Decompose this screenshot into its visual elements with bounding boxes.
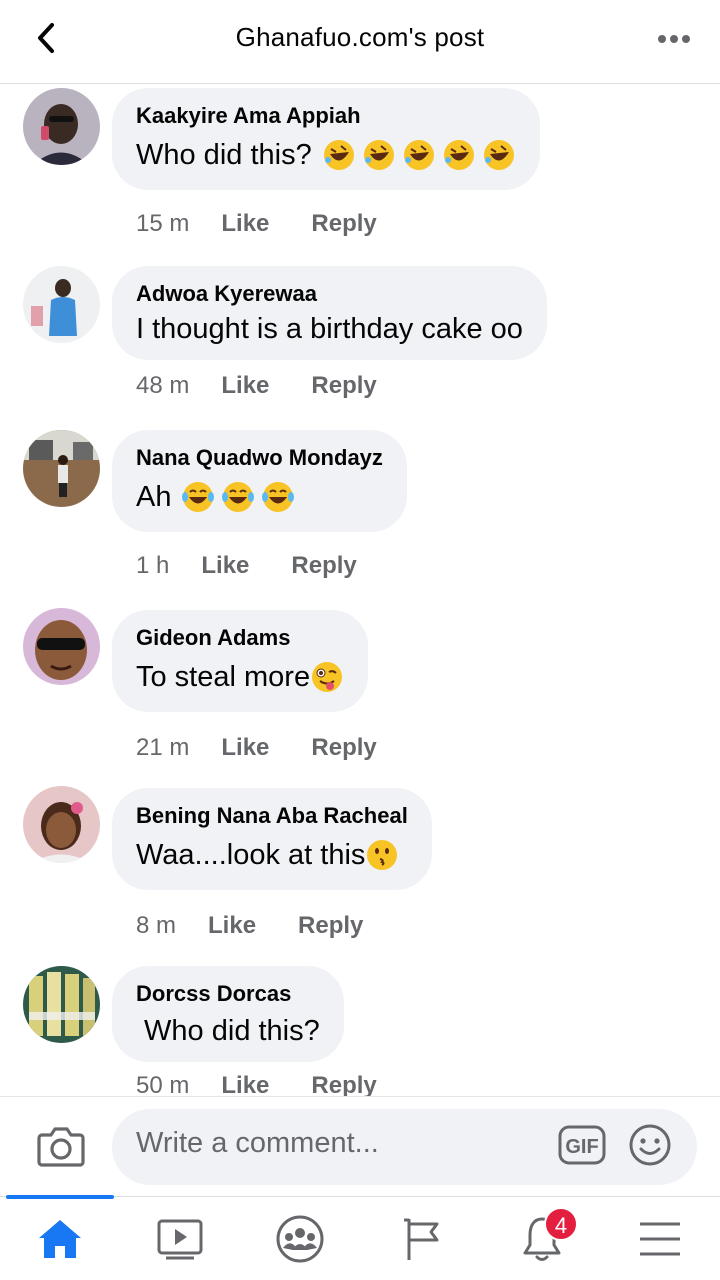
comment-time[interactable]: 21 m [136, 734, 189, 762]
comment-body: To steal more [136, 661, 311, 693]
tears-of-joy-emoji-icon [222, 482, 255, 512]
comment-text: Who did this? [136, 136, 516, 174]
comment-composer: Write a comment... GIF [0, 1096, 720, 1196]
like-button[interactable]: Like [221, 1072, 269, 1096]
comment-body: I thought is a birthday cake oo [136, 313, 523, 345]
like-button[interactable]: Like [221, 210, 269, 238]
comment-author[interactable]: Bening Nana Aba Racheal [136, 802, 408, 830]
comment-input-placeholder[interactable]: Write a comment... [136, 1127, 379, 1160]
rolling-laughing-emoji-icon [443, 140, 474, 170]
comment-author[interactable]: Adwoa Kyerewaa [136, 280, 523, 308]
like-button[interactable]: Like [201, 552, 249, 580]
comment-text: Waa....look at this [136, 836, 408, 874]
comment-actions: 21 m Like Reply [136, 734, 377, 762]
emoji-button[interactable] [628, 1123, 672, 1167]
reply-button[interactable]: Reply [311, 734, 376, 762]
menu-icon [640, 1222, 680, 1256]
home-icon [39, 1220, 81, 1258]
smiley-icon [629, 1124, 671, 1166]
rolling-laughing-emoji-icon [483, 140, 514, 170]
camera-icon [37, 1127, 85, 1167]
groups-icon [276, 1215, 324, 1263]
camera-button[interactable] [36, 1123, 86, 1169]
comment-time[interactable]: 50 m [136, 1072, 189, 1096]
like-button[interactable]: Like [208, 912, 256, 940]
watch-icon [157, 1219, 203, 1260]
comment-body: Who did this? [136, 1015, 320, 1047]
reply-button[interactable]: Reply [311, 372, 376, 400]
rolling-laughing-emoji-icon [403, 140, 434, 170]
comment-bubble[interactable]: Kaakyire Ama Appiah Who did this? [112, 88, 540, 190]
comment-text: Ah [136, 478, 383, 516]
more-button[interactable] [654, 22, 694, 56]
comment-author[interactable]: Dorcss Dorcas [136, 980, 320, 1008]
like-button[interactable]: Like [221, 372, 269, 400]
comment-author[interactable]: Nana Quadwo Mondayz [136, 444, 383, 472]
gif-button[interactable]: GIF [558, 1125, 606, 1165]
avatar[interactable] [23, 786, 100, 863]
comment-bubble[interactable]: Nana Quadwo Mondayz Ah [112, 430, 407, 532]
comment-text: I thought is a birthday cake oo [136, 310, 523, 348]
gif-icon: GIF [558, 1125, 606, 1165]
comment-actions: 48 m Like Reply [136, 372, 377, 400]
top-bar: Ghanafuo.com's post [0, 0, 720, 84]
notifications-badge: 4 [544, 1207, 578, 1241]
kissing-face-emoji-icon [367, 840, 398, 870]
avatar[interactable] [23, 608, 100, 685]
comment-body: Ah [136, 481, 172, 513]
comment-bubble[interactable]: Adwoa Kyerewaa I thought is a birthday c… [112, 266, 547, 360]
rolling-laughing-emoji-icon [323, 140, 354, 170]
page-title: Ghanafuo.com's post [235, 22, 485, 52]
comments-list: Kaakyire Ama Appiah Who did this? 15 m L… [0, 84, 720, 1096]
avatar[interactable] [23, 266, 100, 343]
comment-actions: 50 m Like Reply [136, 1072, 377, 1096]
pages-flag-icon [404, 1218, 439, 1260]
comment-text: Who did this? [136, 1012, 320, 1050]
comment-author[interactable]: Kaakyire Ama Appiah [136, 102, 516, 130]
reply-button[interactable]: Reply [291, 552, 356, 580]
reply-button[interactable]: Reply [311, 210, 376, 238]
tab-pages[interactable] [392, 1211, 452, 1267]
tab-home[interactable] [30, 1211, 90, 1267]
comment-time[interactable]: 15 m [136, 210, 189, 238]
winking-tongue-emoji-icon [312, 662, 343, 692]
comment-time[interactable]: 48 m [136, 372, 189, 400]
comment-author[interactable]: Gideon Adams [136, 624, 344, 652]
bottom-navigation: 4 [0, 1195, 720, 1280]
tab-menu[interactable] [630, 1211, 690, 1267]
comment-bubble[interactable]: Dorcss Dorcas Who did this? [112, 966, 344, 1062]
comment-time[interactable]: 8 m [136, 912, 176, 940]
reply-button[interactable]: Reply [311, 1072, 376, 1096]
more-horizontal-icon [658, 35, 690, 43]
reply-button[interactable]: Reply [298, 912, 363, 940]
comment-actions: 1 h Like Reply [136, 552, 357, 580]
tab-watch[interactable] [150, 1211, 210, 1267]
comment-text: To steal more [136, 658, 344, 696]
active-tab-indicator [6, 1195, 114, 1199]
gif-label: GIF [565, 1136, 598, 1158]
rolling-laughing-emoji-icon [363, 140, 394, 170]
comment-body: Waa....look at this [136, 839, 366, 871]
comment-bubble[interactable]: Gideon Adams To steal more [112, 610, 369, 712]
tears-of-joy-emoji-icon [182, 482, 215, 512]
avatar[interactable] [23, 430, 100, 507]
comment-body: Who did this? [136, 139, 312, 171]
avatar[interactable] [23, 966, 100, 1043]
tab-groups[interactable] [270, 1211, 330, 1267]
comment-actions: 15 m Like Reply [136, 210, 377, 238]
avatar[interactable] [23, 88, 100, 165]
comment-actions: 8 m Like Reply [136, 912, 363, 940]
comment-bubble[interactable]: Bening Nana Aba Racheal Waa....look at t… [112, 788, 432, 890]
tears-of-joy-emoji-icon [262, 482, 295, 512]
like-button[interactable]: Like [221, 734, 269, 762]
comment-time[interactable]: 1 h [136, 552, 169, 580]
